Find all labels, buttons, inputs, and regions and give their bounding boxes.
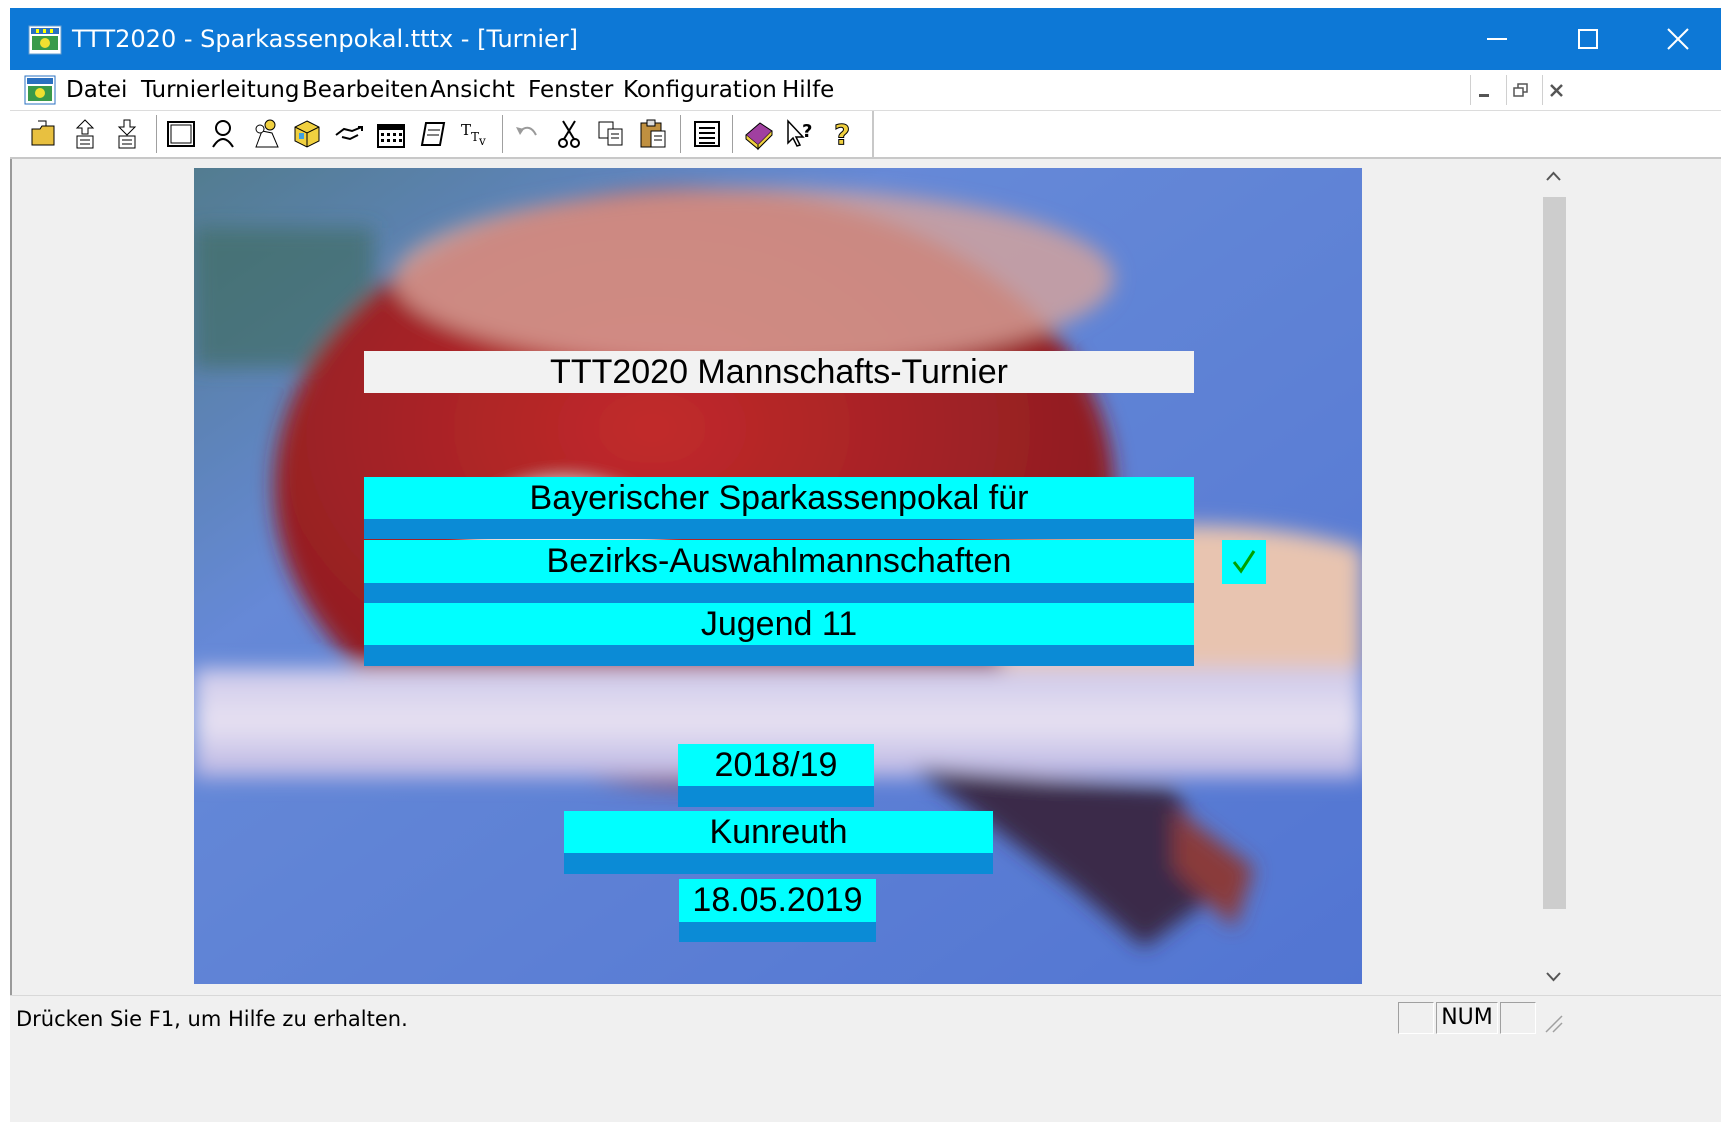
minimize-icon — [1479, 94, 1489, 97]
tournament-name-line2: Bezirks-Auswahlmannschaften — [364, 540, 1194, 583]
app-window: TTT2020 - Sparkassenpokal.tttx - [Turnie… — [10, 8, 1721, 1122]
copy-icon[interactable] — [594, 117, 628, 151]
tournament-name-line2-field[interactable]: Bezirks-Auswahlmannschaften — [364, 540, 1194, 603]
maximize-button[interactable] — [1543, 8, 1633, 70]
toolbar: TTv ? ? — [10, 111, 1721, 159]
mdi-close-button[interactable] — [1542, 75, 1571, 105]
print-icon[interactable] — [416, 117, 450, 151]
title-bar[interactable]: TTT2020 - Sparkassenpokal.tttx - [Turnie… — [10, 8, 1721, 70]
font-icon[interactable]: TTv — [458, 117, 492, 151]
chevron-up-icon — [1546, 171, 1561, 181]
location-field[interactable]: Kunreuth — [564, 811, 993, 874]
handshake-icon[interactable] — [332, 117, 366, 151]
menu-ansicht[interactable]: Ansicht — [430, 76, 515, 104]
minimize-icon — [1487, 38, 1507, 40]
field-shadow-band — [564, 853, 993, 874]
undo-icon[interactable] — [510, 117, 544, 151]
status-bar: Drücken Sie F1, um Hilfe zu erhalten. NU… — [10, 995, 1721, 1036]
caps-indicator — [1398, 1002, 1434, 1034]
tournament-name-line3-field[interactable]: Jugend 11 — [364, 603, 1194, 666]
resize-grip-icon[interactable] — [1540, 1010, 1564, 1034]
svg-text:?: ? — [802, 121, 812, 142]
field-shadow-band — [678, 786, 874, 807]
menu-fenster[interactable]: Fenster — [528, 76, 613, 104]
toolbar-separator — [156, 115, 158, 153]
svg-text:v: v — [478, 134, 486, 148]
menu-bearbeiten[interactable]: Bearbeiten — [302, 76, 428, 104]
toolbar-separator — [680, 115, 682, 153]
export-icon[interactable] — [110, 117, 144, 151]
open-icon[interactable] — [26, 117, 60, 151]
context-help-icon[interactable]: ? — [784, 117, 818, 151]
window-icon[interactable] — [164, 117, 198, 151]
cube-icon[interactable] — [290, 117, 324, 151]
season-value: 2018/19 — [678, 744, 874, 786]
tournament-heading: TTT2020 Mannschafts-Turnier — [364, 351, 1194, 393]
tournament-name-line1: Bayerischer Sparkassenpokal für — [364, 477, 1194, 519]
field-shadow-band — [364, 645, 1194, 666]
scroll-indicator — [1500, 1002, 1536, 1034]
menu-konfiguration[interactable]: Konfiguration — [623, 76, 777, 104]
close-button[interactable] — [1633, 8, 1721, 70]
calendar-icon[interactable] — [374, 117, 408, 151]
window-title: TTT2020 - Sparkassenpokal.tttx - [Turnie… — [72, 25, 579, 53]
field-shadow-band — [364, 519, 1194, 539]
menu-hilfe[interactable]: Hilfe — [782, 76, 834, 104]
field-shadow-band — [364, 583, 1194, 603]
vertical-scrollbar[interactable] — [1540, 159, 1567, 995]
document-client-area: TTT2020 Mannschafts-Turnier Bayerischer … — [10, 159, 1542, 995]
svg-text:T: T — [461, 121, 471, 139]
scroll-down-button[interactable] — [1540, 965, 1567, 989]
scrollbar-thumb[interactable] — [1543, 197, 1566, 909]
season-field[interactable]: 2018/19 — [678, 744, 874, 807]
menu-datei[interactable]: Datei — [66, 76, 127, 104]
scroll-up-button[interactable] — [1540, 165, 1567, 189]
minimize-button[interactable] — [1452, 8, 1542, 70]
mdi-minimize-button[interactable] — [1470, 75, 1499, 105]
close-icon — [1667, 28, 1689, 50]
checked-checkbox[interactable] — [1222, 540, 1266, 584]
paste-icon[interactable] — [636, 117, 670, 151]
document-icon[interactable] — [24, 75, 56, 105]
menu-turnierleitung[interactable]: Turnierleitung — [141, 76, 299, 104]
toolbar-end — [872, 111, 874, 157]
location-value: Kunreuth — [564, 811, 993, 853]
list-icon[interactable] — [690, 117, 724, 151]
svg-text:?: ? — [834, 118, 850, 151]
chevron-down-icon — [1546, 972, 1561, 982]
team-icon[interactable] — [248, 117, 282, 151]
tournament-name-line3: Jugend 11 — [364, 603, 1194, 645]
app-icon[interactable] — [28, 25, 62, 55]
num-indicator: NUM — [1436, 1002, 1498, 1034]
menu-bar: Datei Turnierleitung Bearbeiten Ansicht … — [10, 70, 1721, 111]
help-icon[interactable]: ? — [826, 117, 860, 152]
toolbar-separator — [502, 115, 504, 153]
status-message: Drücken Sie F1, um Hilfe zu erhalten. — [16, 1007, 408, 1031]
toolbar-separator — [732, 115, 734, 153]
import-icon[interactable] — [68, 117, 102, 151]
mdi-restore-button[interactable] — [1506, 75, 1535, 105]
players-icon[interactable] — [206, 117, 240, 151]
close-icon — [1550, 84, 1563, 97]
cut-icon[interactable] — [552, 117, 586, 151]
tournament-name-line1-field[interactable]: Bayerischer Sparkassenpokal für — [364, 477, 1194, 539]
date-field[interactable]: 18.05.2019 — [679, 879, 876, 942]
restore-icon — [1513, 83, 1528, 97]
svg-text:T: T — [471, 130, 479, 144]
checkmark-icon — [1232, 550, 1256, 574]
field-shadow-band — [679, 922, 876, 942]
date-value: 18.05.2019 — [679, 879, 876, 922]
maximize-icon — [1578, 29, 1598, 49]
book-icon[interactable] — [742, 117, 776, 151]
